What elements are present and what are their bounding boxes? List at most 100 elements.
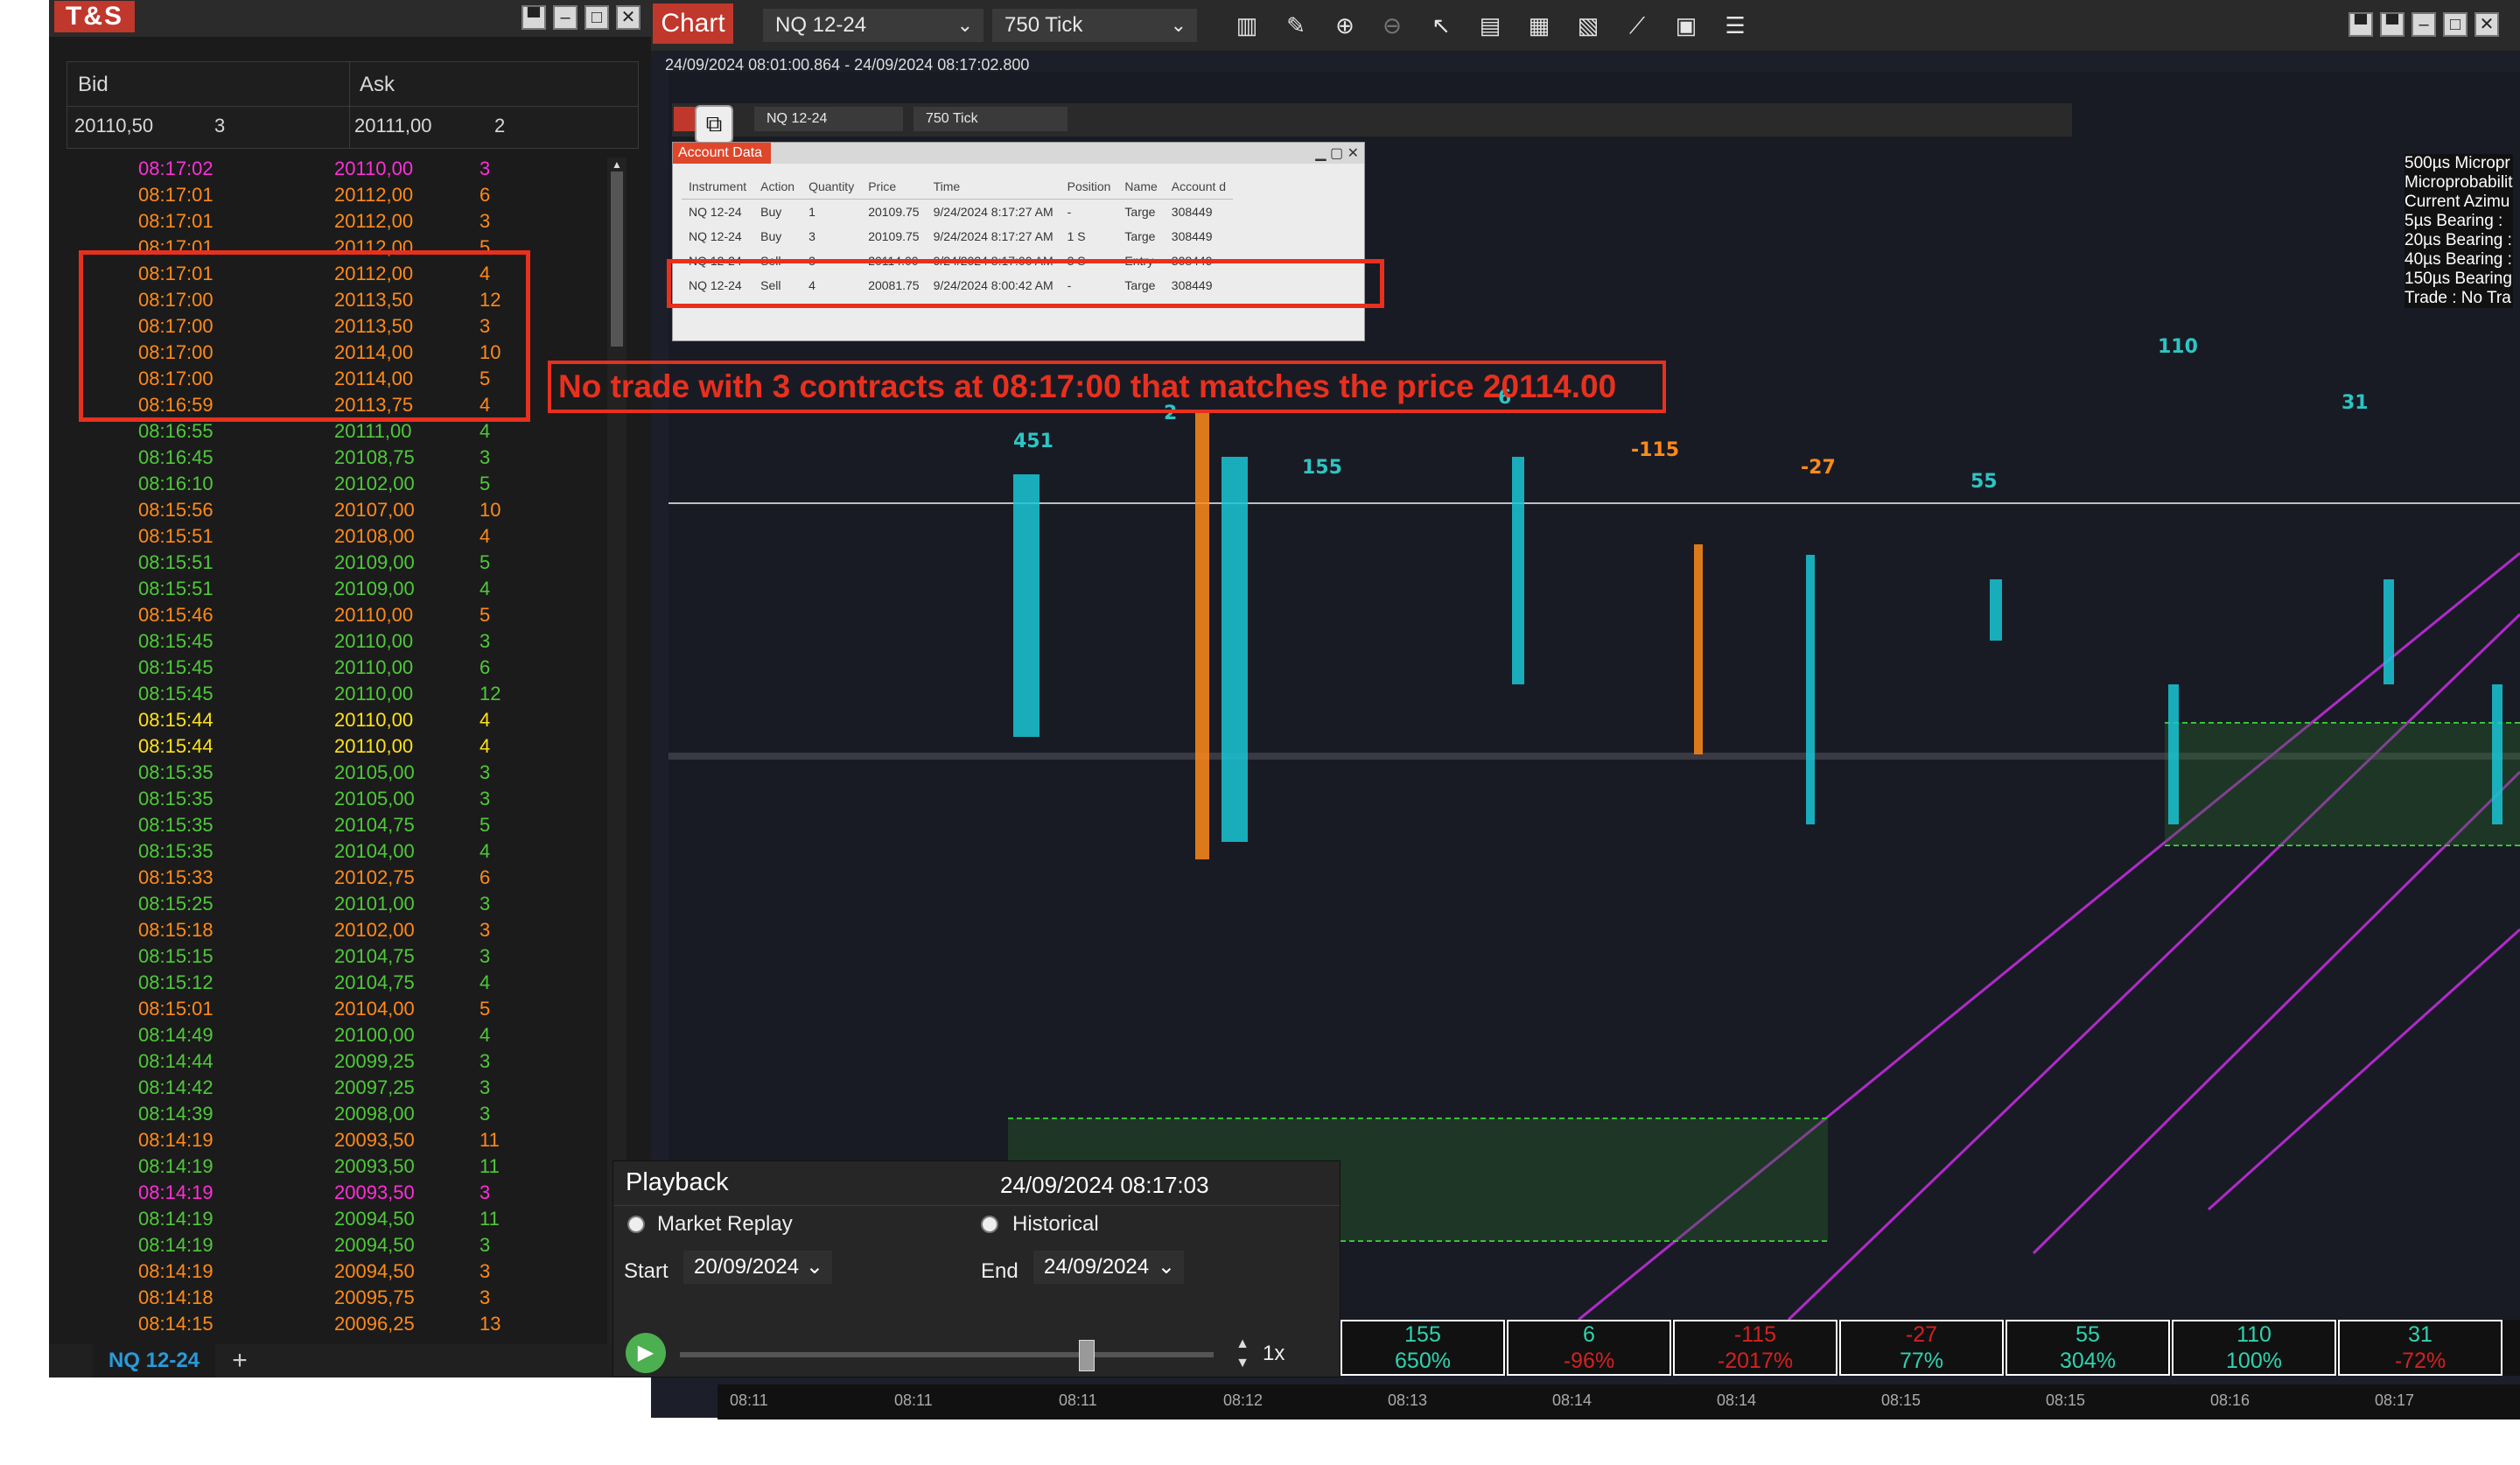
info-line: 40µs Bearing :: [2404, 250, 2512, 269]
trade-qty: 4: [480, 971, 491, 993]
trade-time: 08:14:19: [138, 1208, 214, 1230]
pointer-icon[interactable]: ↖: [1426, 11, 1456, 40]
trade-price: 20105,00: [334, 788, 415, 810]
trade-row: 08:15:33 20102,75 6: [66, 865, 621, 891]
close-icon[interactable]: ✕: [616, 5, 640, 30]
trade-price: 20093,50: [334, 1155, 415, 1177]
trade-price: 20100,00: [334, 1024, 415, 1046]
trade-row: 08:15:35 20105,00 3: [66, 760, 621, 786]
account-row[interactable]: NQ 12-24 Buy 1 20109.75 9/24/2024 8:17:27 AM…: [682, 200, 1233, 225]
ask-label: Ask: [360, 73, 396, 96]
trade-price: 20104,75: [334, 945, 415, 967]
account-column-header[interactable]: Action: [753, 174, 802, 200]
screenshot-capture-icon[interactable]: ⧉: [695, 105, 733, 144]
trade-qty: 3: [480, 945, 491, 967]
account-cell: Buy: [760, 205, 782, 219]
account-column-header[interactable]: Account d: [1164, 174, 1234, 200]
indicator-info-box: 500µs Micropr Microprobabilit Current Azim…: [2404, 154, 2513, 308]
trade-time: 08:15:45: [138, 656, 214, 678]
account-column-header[interactable]: Name: [1117, 174, 1165, 200]
play-button[interactable]: ▶: [626, 1333, 666, 1373]
chevron-down-icon: ⌄: [1170, 14, 1186, 36]
trade-row: 08:14:49 20100,00 4: [66, 1022, 621, 1048]
account-cell: NQ 12-24: [689, 205, 742, 219]
bar-type-icon[interactable]: ▥: [1232, 11, 1262, 40]
trade-price: 20107,00: [334, 499, 415, 521]
playback-slider-thumb[interactable]: [1078, 1340, 1095, 1371]
trade-time: 08:15:01: [138, 998, 214, 1020]
summary-cell: 110 100%: [2172, 1320, 2336, 1376]
trade-row: 08:17:01 20112,00 6: [66, 182, 621, 208]
account-column-header[interactable]: Quantity: [802, 174, 862, 200]
close-icon[interactable]: ✕: [2474, 12, 2499, 37]
candle-body: [1222, 457, 1248, 842]
historical-radio[interactable]: [981, 1216, 998, 1233]
interval-value: 750 Tick: [1004, 13, 1083, 37]
playback-speed: 1x: [1263, 1342, 1285, 1365]
trade-time: 08:15:25: [138, 893, 214, 915]
trade-qty: 11: [480, 1155, 500, 1177]
trade-qty: 4: [480, 525, 491, 547]
market-replay-radio[interactable]: [627, 1216, 645, 1233]
trade-qty: 4: [480, 1024, 491, 1046]
trade-price: 20098,00: [334, 1103, 415, 1125]
minimize-icon[interactable]: –: [553, 5, 578, 30]
start-date-select[interactable]: 20/09/2024 ⌄: [683, 1251, 832, 1284]
playback-slider-track[interactable]: [680, 1352, 1214, 1357]
minimize-icon[interactable]: –: [2412, 12, 2436, 37]
drawing-tools-icon[interactable]: ⟋: [1622, 11, 1652, 40]
trade-time: 08:15:35: [138, 761, 214, 783]
account-column-header[interactable]: Time: [926, 174, 1060, 200]
restore-icon[interactable]: ▀: [522, 5, 546, 30]
instrument-value: NQ 12-24: [775, 13, 867, 37]
instrument-select[interactable]: NQ 12-24 ⌄: [763, 9, 984, 42]
panel-window-icons[interactable]: ▁ ▢ ✕: [1315, 144, 1359, 162]
zoom-out-icon[interactable]: ⊖: [1377, 11, 1407, 40]
account-column-header[interactable]: Instrument: [682, 174, 754, 200]
trade-price: 20102,00: [334, 919, 415, 941]
trade-qty: 4: [480, 420, 491, 442]
trade-time: 08:14:19: [138, 1260, 214, 1282]
trade-time: 08:16:10: [138, 473, 214, 494]
summary-cell: 155 650%: [1340, 1320, 1505, 1376]
account-cell: -: [1067, 205, 1072, 219]
trade-row: 08:14:19 20094,50 3: [66, 1258, 621, 1285]
trade-row: 08:15:01 20104,00 5: [66, 996, 621, 1022]
trade-row: 08:15:51 20109,00 5: [66, 550, 621, 576]
trade-row: 08:14:19 20093,50 11: [66, 1127, 621, 1153]
trade-price: 20102,75: [334, 866, 415, 888]
time-axis-label: 08:15: [1881, 1391, 1922, 1409]
pencil-icon[interactable]: ✎: [1281, 11, 1311, 40]
add-tab-button[interactable]: +: [222, 1346, 257, 1376]
zoom-in-icon[interactable]: ⊕: [1330, 11, 1360, 40]
ts-scroll-thumb[interactable]: [611, 172, 623, 347]
highlight-box-entry-order: [667, 259, 1384, 308]
end-date-select[interactable]: 24/09/2024 ⌄: [1033, 1251, 1184, 1284]
list-icon[interactable]: ☰: [1720, 11, 1750, 40]
tab-nq-12-24[interactable]: NQ 12-24: [93, 1344, 215, 1377]
inner-instrument-select[interactable]: NQ 12-24: [754, 107, 903, 131]
trade-row: 08:15:45 20110,00 3: [66, 628, 621, 655]
inner-interval-value: 750 Tick: [926, 111, 978, 126]
strategies-icon[interactable]: ▦: [1524, 11, 1554, 40]
indicators-icon[interactable]: ▧: [1573, 11, 1603, 40]
scroll-up-icon[interactable]: ▲: [611, 159, 623, 170]
inner-interval-select[interactable]: 750 Tick: [914, 107, 1068, 131]
properties-icon[interactable]: ▣: [1671, 11, 1701, 40]
trade-qty: 6: [480, 866, 491, 888]
trade-row: 08:15:56 20107,00 10: [66, 497, 621, 523]
restore-icon[interactable]: ▀: [2380, 12, 2404, 37]
account-row[interactable]: NQ 12-24 Buy 3 20109.75 9/24/2024 8:17:27 AM…: [682, 224, 1233, 249]
maximize-icon[interactable]: □: [584, 5, 609, 30]
maximize-icon[interactable]: □: [2443, 12, 2468, 37]
trade-price: 20094,50: [334, 1234, 415, 1256]
interval-select[interactable]: 750 Tick ⌄: [992, 9, 1197, 42]
restore-icon[interactable]: ▀: [2348, 12, 2373, 37]
speed-stepper[interactable]: ▲ ▼: [1233, 1335, 1252, 1373]
account-column-header[interactable]: Price: [861, 174, 927, 200]
account-cell: 9/24/2024 8:17:27 AM: [933, 205, 1054, 219]
trade-qty: 3: [480, 1260, 491, 1282]
account-column-header[interactable]: Position: [1060, 174, 1118, 200]
data-box-icon[interactable]: ▤: [1475, 11, 1505, 40]
trade-price: 20110,00: [334, 604, 414, 626]
